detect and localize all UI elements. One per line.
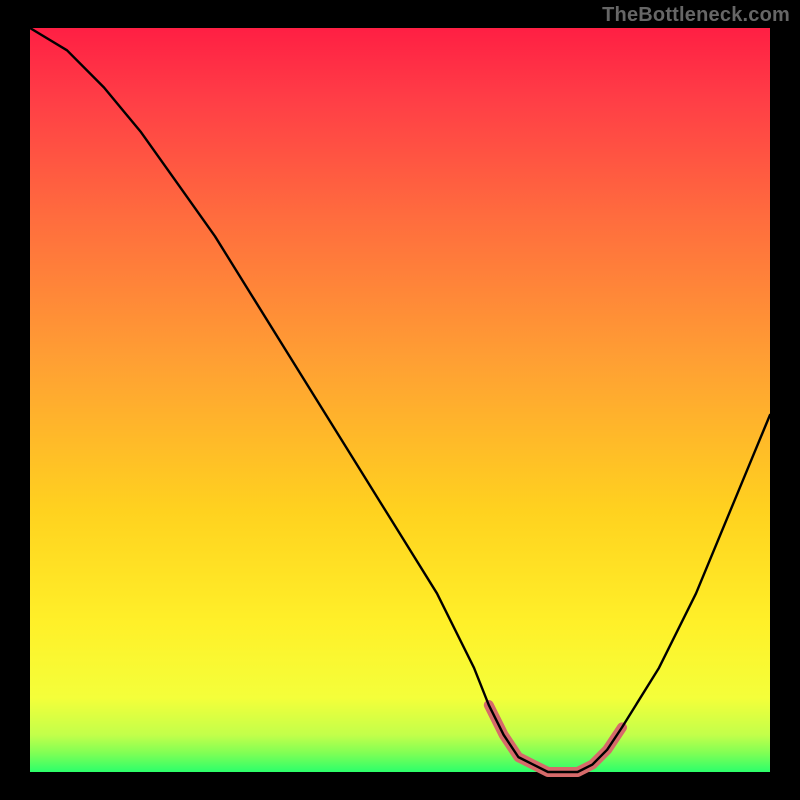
chart-stage: TheBottleneck.com [0, 0, 800, 800]
bottleneck-chart [0, 0, 800, 800]
watermark-text: TheBottleneck.com [602, 4, 790, 27]
plot-background [30, 28, 770, 772]
